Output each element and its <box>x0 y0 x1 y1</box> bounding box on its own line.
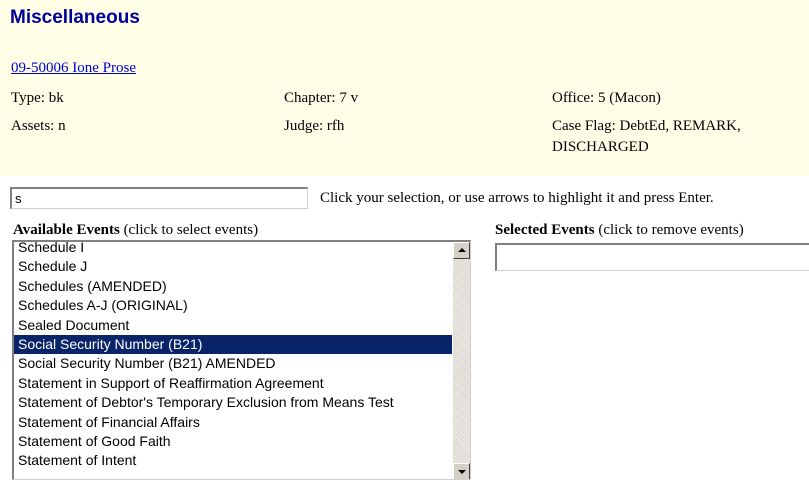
triangle-up-icon <box>458 248 466 252</box>
event-option[interactable]: Statement of Intent <box>14 451 452 470</box>
selected-events-heading: Selected Events (click to remove events) <box>495 222 744 239</box>
event-option[interactable]: Schedules (AMENDED) <box>14 277 452 296</box>
case-chapter: Chapter: 7 v <box>284 90 359 106</box>
scroll-up-button[interactable] <box>453 242 470 259</box>
scroll-down-button[interactable] <box>453 463 470 479</box>
case-judge: Judge: rfh <box>284 118 345 134</box>
event-option[interactable]: Social Security Number (B21) <box>14 334 452 355</box>
event-option[interactable]: Social Security Number (B21) AMENDED <box>14 354 452 373</box>
selected-events-hint: (click to remove events) <box>594 222 744 238</box>
available-events-title: Available Events <box>13 222 120 238</box>
case-number-link[interactable]: 09-50006 Ione Prose <box>11 60 136 77</box>
page-title: Miscellaneous <box>10 7 140 28</box>
event-option[interactable]: Schedule J <box>14 257 452 276</box>
available-events-hint: (click to select events) <box>119 222 259 238</box>
events-scrollbar[interactable] <box>453 242 470 479</box>
available-events-list[interactable]: Schedule I Schedule J Schedules (AMENDED) S… <box>12 240 471 480</box>
event-option[interactable]: Schedules A-J (ORIGINAL) <box>14 296 452 315</box>
case-assets: Assets: n <box>11 118 66 134</box>
selected-events-list[interactable] <box>495 243 809 271</box>
event-option[interactable]: Statement in Support of Reaffirmation Ag… <box>14 374 452 393</box>
event-search-input[interactable] <box>10 187 308 209</box>
event-option[interactable]: Schedule I <box>14 242 452 257</box>
case-flag: Case Flag: DebtEd, REMARK, DISCHARGED <box>552 118 741 155</box>
event-option[interactable]: Statement of Debtor's Temporary Exclusio… <box>14 393 452 412</box>
event-option[interactable]: Statement of Financial Affairs <box>14 413 452 432</box>
event-option[interactable]: Statement of Good Faith <box>14 432 452 451</box>
available-events-heading: Available Events (click to select events… <box>13 222 258 239</box>
case-type: Type: bk <box>11 90 64 106</box>
case-office: Office: 5 (Macon) <box>552 90 661 106</box>
search-instruction: Click your selection, or use arrows to h… <box>320 190 714 206</box>
triangle-down-icon <box>458 470 466 474</box>
event-option[interactable]: Sealed Document <box>14 316 452 335</box>
available-events-items: Schedule I Schedule J Schedules (AMENDED) S… <box>14 242 452 471</box>
selected-events-title: Selected Events <box>495 222 595 238</box>
